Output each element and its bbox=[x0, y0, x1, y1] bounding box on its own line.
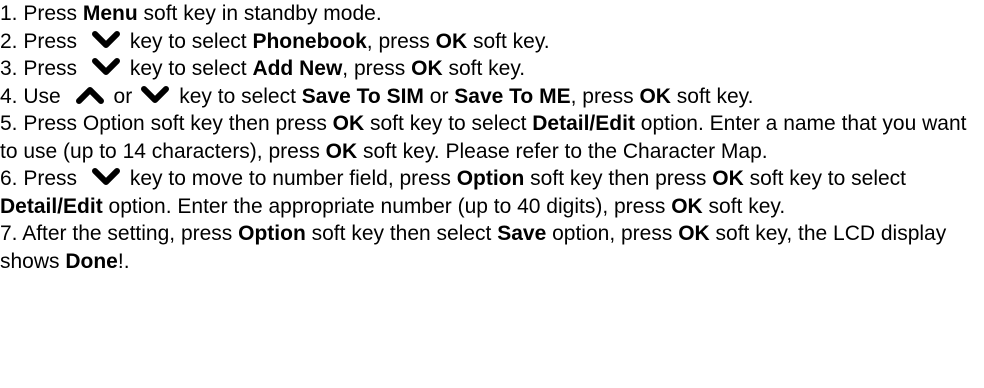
step-3: 3. Press key to select Add New, press OK… bbox=[0, 57, 526, 80]
step-4: 4. Use or key to select Save To SIM or Sa… bbox=[0, 84, 754, 108]
step-1: 1. Press Menu soft key in standby mode. bbox=[0, 2, 382, 25]
step-6: 6. Press key to move to number field, pr… bbox=[0, 167, 907, 218]
step-5: 5. Press Option soft key then press OK s… bbox=[0, 112, 967, 163]
chevron-down-icon bbox=[141, 85, 170, 105]
step-7: 7. After the setting, press Option soft … bbox=[0, 222, 947, 273]
step-2: 2. Press key to select Phonebook, press … bbox=[0, 29, 550, 53]
chevron-up-icon bbox=[75, 85, 104, 105]
chevron-down-icon bbox=[91, 30, 120, 50]
instructions: 1. Press Menu soft key in standby mode. … bbox=[0, 0, 984, 275]
chevron-down-icon bbox=[91, 167, 120, 187]
chevron-down-icon bbox=[91, 57, 120, 77]
